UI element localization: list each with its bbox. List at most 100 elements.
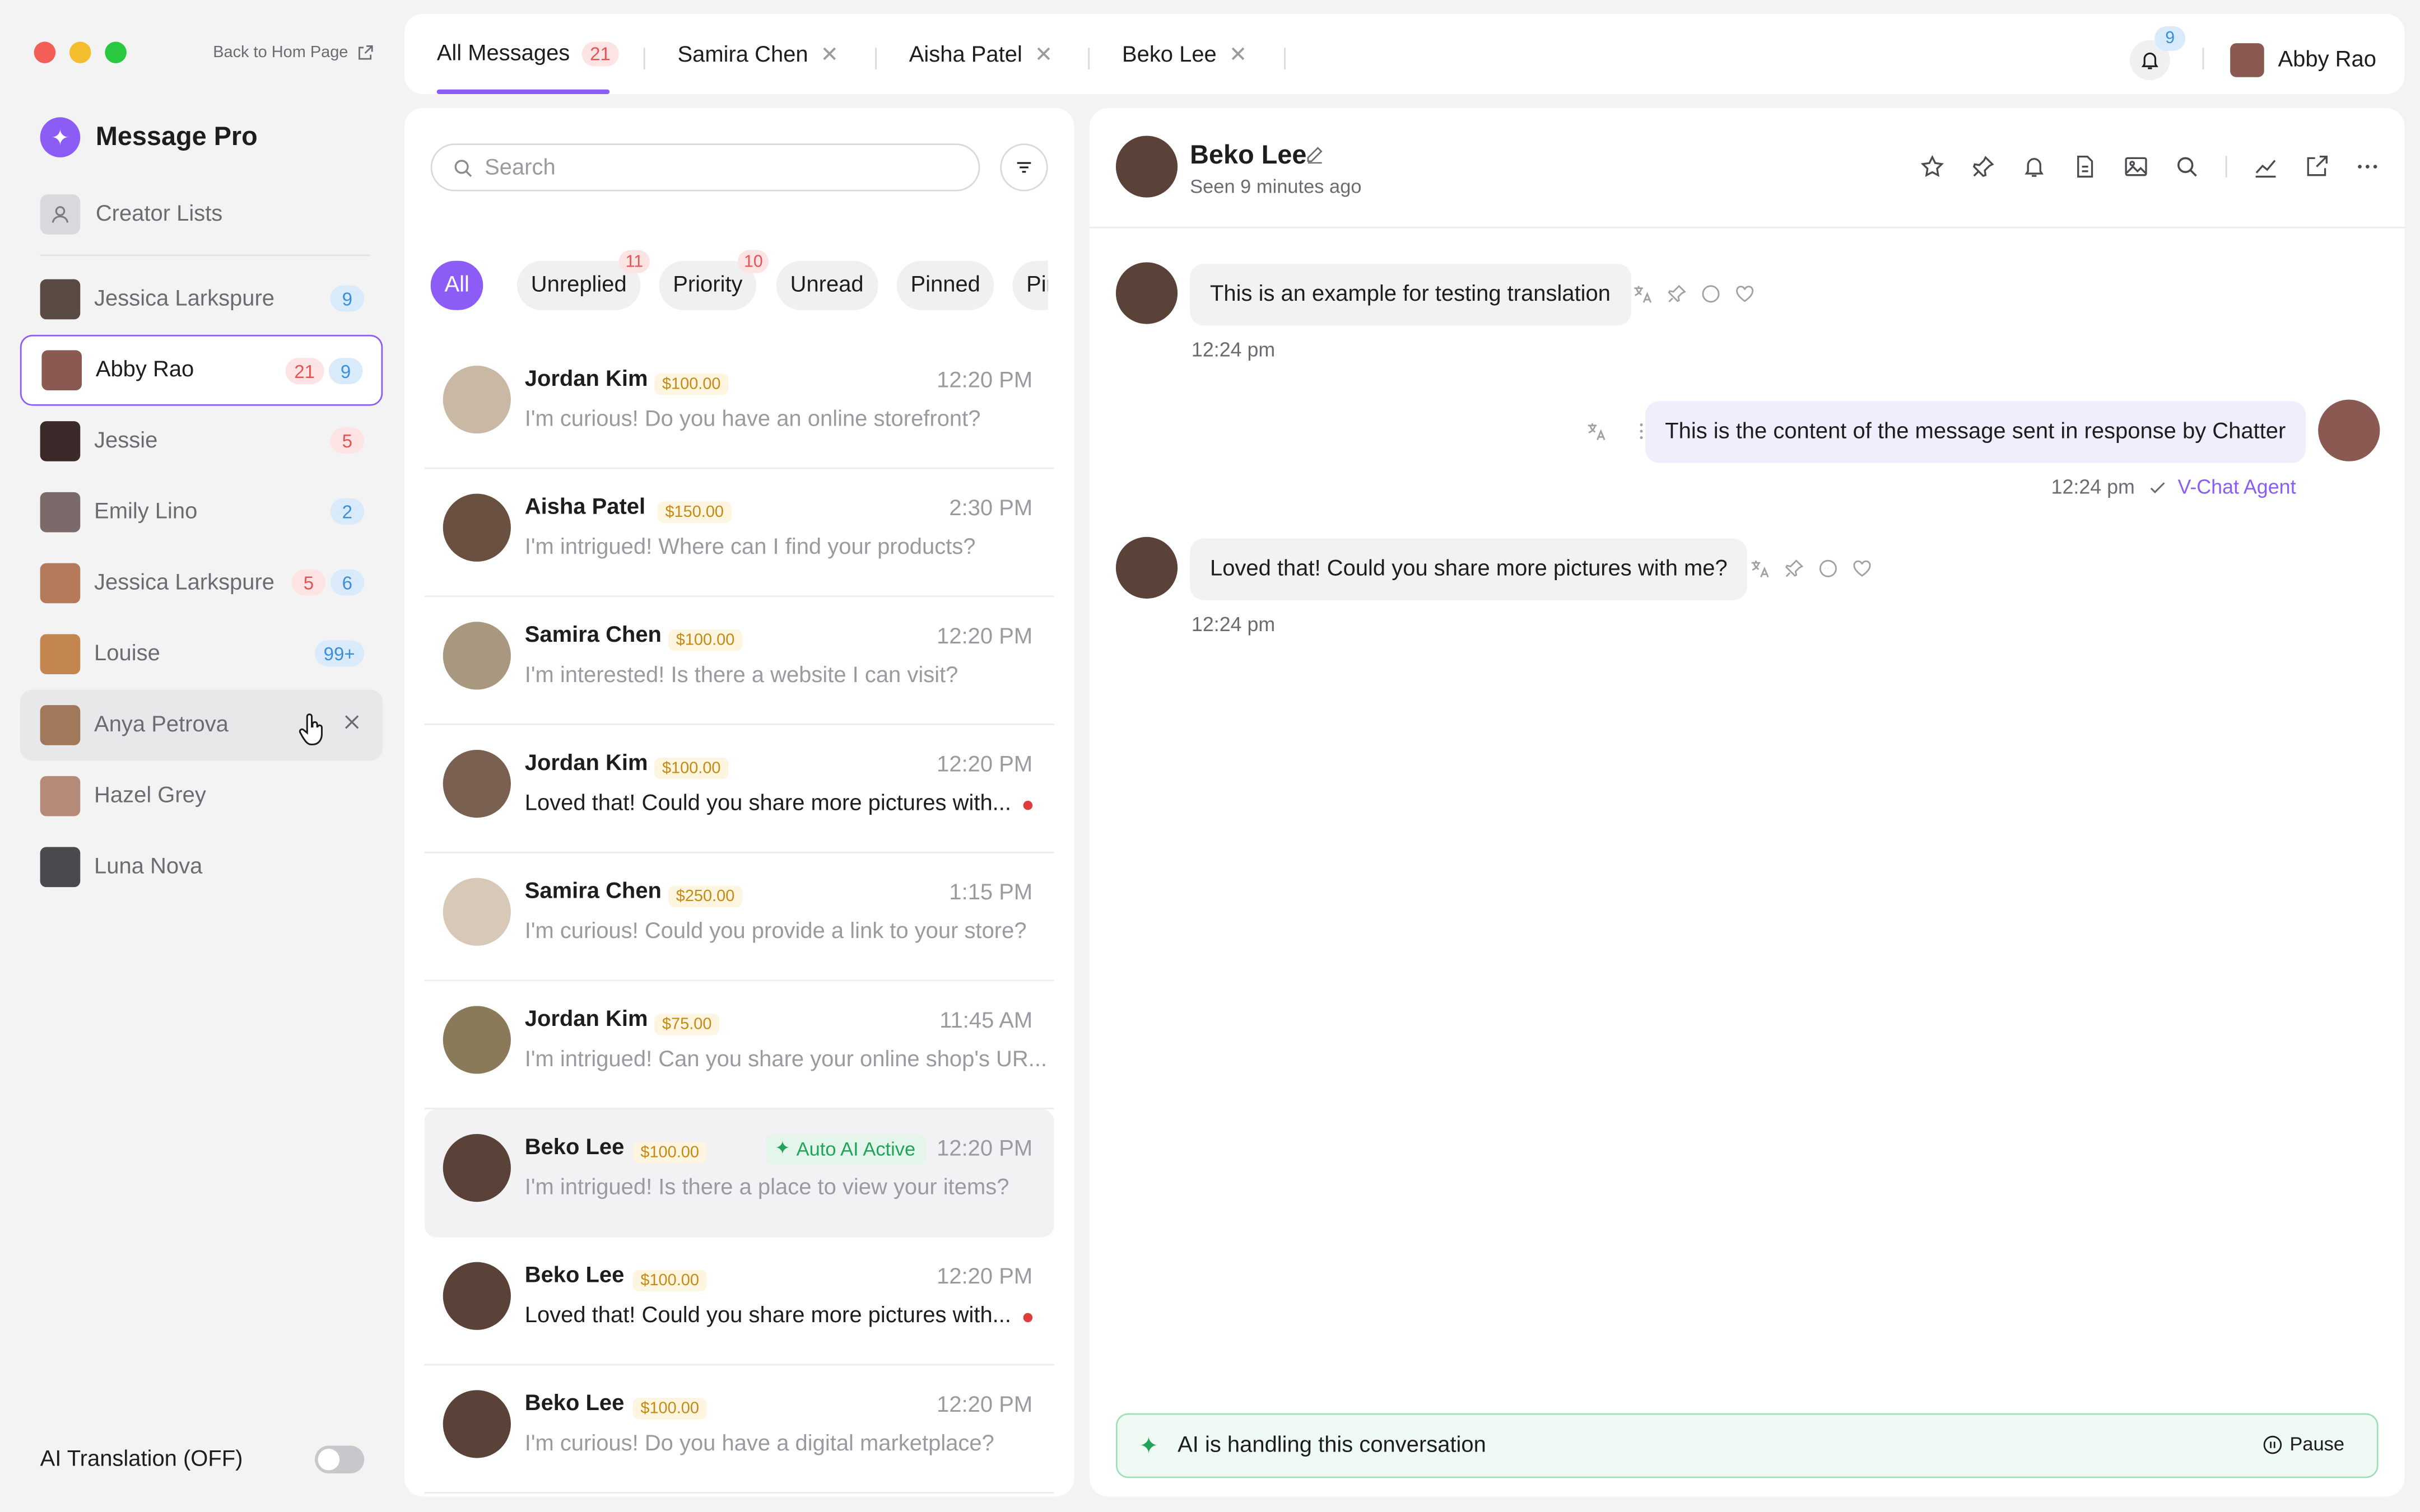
pause-label: Pause (2289, 1433, 2344, 1455)
chip-badge: 10 (737, 250, 769, 273)
conversation-row[interactable]: Beko Lee $100.00 12:20 PM I'm curious! D… (424, 1365, 1054, 1494)
search-input[interactable]: Search (430, 143, 980, 192)
avatar (443, 1390, 511, 1458)
conversation-row[interactable]: Samira Chen $100.00 12:20 PM I'm interes… (424, 597, 1054, 725)
sidebar-item[interactable]: Jessie 5 (20, 406, 383, 477)
conversation-row[interactable]: Jordan Kim $100.00 12:20 PM I'm curious!… (424, 341, 1054, 469)
reply-icon[interactable] (1818, 558, 1839, 578)
sidebar-item[interactable]: Jessica Larkspure 9 (20, 264, 383, 335)
avatar (41, 350, 82, 391)
chat-header: Beko Lee Seen 9 minutes ago (1090, 108, 2405, 228)
avatar (40, 492, 81, 533)
conversation-row[interactable]: Samira Chen $250.00 1:15 PM I'm curious!… (424, 853, 1054, 982)
avatar (40, 847, 81, 888)
sidebar-item[interactable]: Jessica Larkspure 56 (20, 548, 383, 619)
user-menu[interactable]: Abby Rao (2230, 43, 2376, 77)
divider (2202, 48, 2204, 69)
message-time: 12:20 PM (937, 1393, 1033, 1418)
sidebar-item-label: Luna Nova (94, 855, 203, 880)
translate-icon[interactable] (1750, 558, 1770, 578)
brand-name: Message Pro (95, 122, 258, 151)
search-icon[interactable] (2175, 155, 2199, 179)
sidebar-item[interactable]: Luna Nova (20, 832, 383, 903)
sidebar-item[interactable]: Emily Lino 2 (20, 477, 383, 548)
chip-unread[interactable]: Unread (776, 260, 878, 310)
count-badge: 9 (330, 285, 365, 312)
conversation-row[interactable]: Beko Lee $100.00 12:20 PM Loved that! Co… (424, 1238, 1054, 1366)
active-tab-indicator (436, 89, 610, 95)
tab-aisha-patel[interactable]: Aisha Patel ✕ (909, 41, 1053, 68)
avatar (2230, 43, 2264, 77)
tab-all-messages[interactable]: All Messages 21 (437, 41, 618, 67)
search-icon (454, 158, 472, 176)
close-tab-icon[interactable]: ✕ (821, 41, 839, 68)
chat-panel: Beko Lee Seen 9 minutes ago This is an e… (1090, 108, 2405, 1497)
pin-icon[interactable] (1971, 155, 1995, 179)
tab-label: Aisha Patel (909, 42, 1022, 67)
avatar (40, 705, 81, 745)
user-name: Abby Rao (2278, 48, 2376, 73)
document-icon[interactable] (2073, 155, 2097, 179)
message-preview: Loved that! Could you share more picture… (524, 791, 1011, 816)
chip-all[interactable]: All (430, 260, 483, 310)
unread-dot (1023, 800, 1033, 810)
tab-separator (643, 48, 645, 69)
price-badge: $250.00 (668, 885, 743, 907)
more-icon[interactable] (2355, 155, 2380, 179)
contact-name: Aisha Patel (524, 495, 646, 520)
message-time: 12:24 pm (1191, 612, 1276, 636)
translate-icon[interactable] (1633, 284, 1653, 304)
conversation-row[interactable]: Beko Lee $100.00 Auto AI Active 12:20 PM… (424, 1109, 1054, 1238)
pause-button[interactable]: Pause (2262, 1433, 2344, 1455)
external-link-icon[interactable] (2304, 155, 2329, 179)
tab-samira-chen[interactable]: Samira Chen ✕ (677, 41, 839, 68)
avatar (443, 1006, 511, 1074)
close-icon[interactable] (343, 713, 361, 731)
chat-toolbar (1920, 155, 2380, 179)
conversation-row[interactable]: Jordan Kim $75.00 11:45 AM I'm intrigued… (424, 981, 1054, 1109)
chip-label: Priority (673, 273, 743, 298)
message-time: 12:24 pm (1191, 338, 1276, 361)
avatar (443, 365, 511, 434)
minimize-window-button[interactable] (69, 41, 91, 63)
sidebar-item[interactable]: Hazel Grey (20, 760, 383, 832)
pin-icon[interactable] (1667, 284, 1687, 304)
sidebar-item[interactable]: Louise 99+ (20, 619, 383, 690)
pause-icon (2263, 1435, 2281, 1454)
sidebar-item[interactable]: Anya Petrova (20, 689, 383, 761)
image-icon[interactable] (2124, 155, 2148, 179)
tab-beko-lee[interactable]: Beko Lee ✕ (1122, 41, 1247, 68)
price-badge: $100.00 (668, 629, 743, 651)
heart-icon[interactable] (1852, 558, 1872, 578)
sidebar-item-label: Jessica Larkspure (94, 287, 275, 312)
ai-translation-toggle[interactable] (315, 1445, 365, 1474)
translate-icon[interactable] (1586, 421, 1607, 441)
maximize-window-button[interactable] (105, 41, 127, 63)
avatar (443, 1262, 511, 1330)
price-badge: $100.00 (632, 1398, 707, 1420)
contact-name: Beko Lee (524, 1263, 625, 1289)
message-preview: I'm intrigued! Where can I find your pro… (524, 535, 976, 561)
close-window-button[interactable] (34, 41, 56, 63)
top-bar: All Messages 21 Samira Chen ✕ Aisha Pate… (404, 13, 2405, 95)
back-to-home-link[interactable]: Back to Hom Page (213, 43, 373, 62)
sidebar-item-label: Hazel Grey (94, 783, 206, 809)
message-time: 12:20 PM (937, 753, 1033, 778)
chip-pinned-more[interactable]: Pinned (1012, 260, 1048, 310)
close-tab-icon[interactable]: ✕ (1229, 41, 1247, 68)
reply-icon[interactable] (1701, 284, 1721, 304)
star-icon[interactable] (1920, 155, 1944, 179)
chart-icon[interactable] (2253, 155, 2278, 179)
bell-icon[interactable] (2022, 155, 2046, 179)
heart-icon[interactable] (1735, 284, 1755, 304)
chip-pinned[interactable]: Pinned (896, 260, 994, 310)
filter-button[interactable] (1000, 143, 1048, 192)
sidebar-item[interactable]: Abby Rao 21 9 (20, 334, 383, 406)
message-preview: I'm interested! Is there a website I can… (524, 663, 958, 688)
close-tab-icon[interactable]: ✕ (1035, 41, 1053, 68)
pin-icon[interactable] (1784, 558, 1804, 578)
creator-lists-item[interactable]: Creator Lists (40, 194, 222, 235)
conversation-row[interactable]: Aisha Patel $150.00 2:30 PM I'm intrigue… (424, 469, 1054, 598)
edit-icon[interactable] (1306, 145, 1324, 164)
conversation-row[interactable]: Jordan Kim $100.00 12:20 PM Loved that! … (424, 725, 1054, 853)
